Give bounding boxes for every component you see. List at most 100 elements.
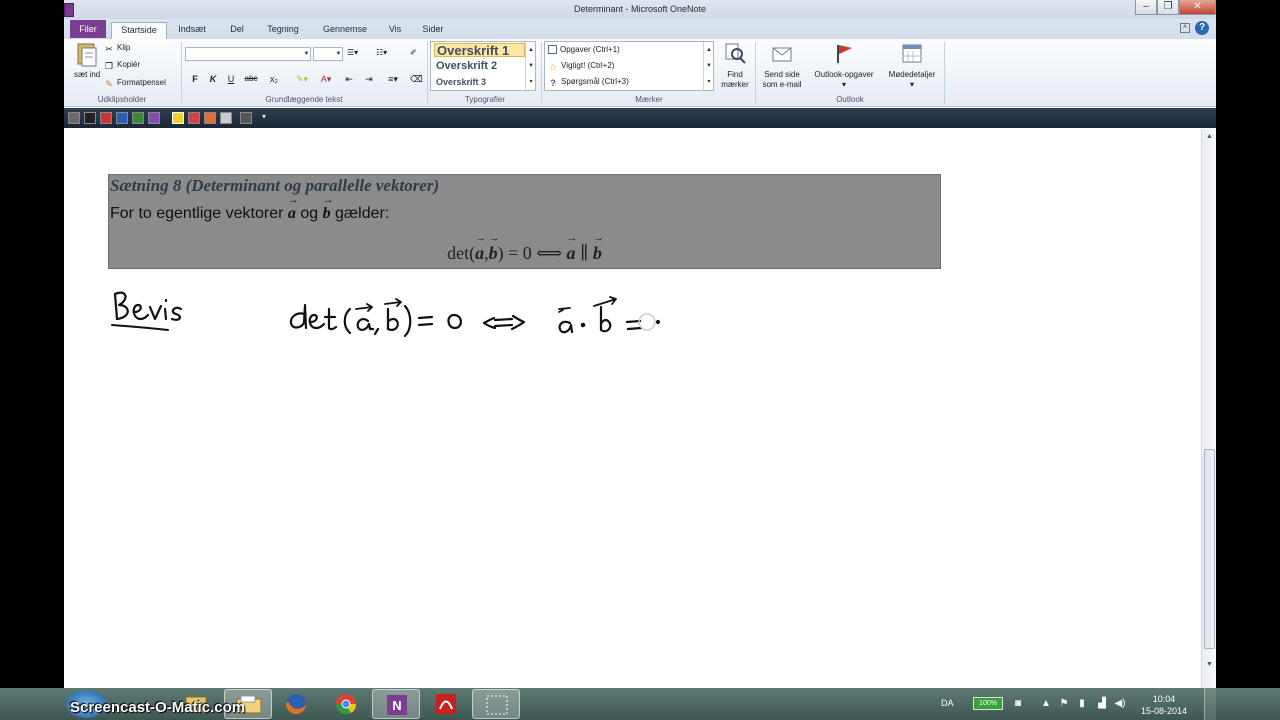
styles-scroll-arrows-icon[interactable]: ▲ ▼ ▾ [525,42,536,90]
highlighter-orange-icon[interactable] [204,112,216,124]
strikethrough-button[interactable]: abc [242,72,260,86]
clear-formatting-icon[interactable]: ⌫ [410,72,423,86]
tab-vis[interactable]: Vis [384,22,406,39]
pen-blue-icon[interactable] [116,112,128,124]
pen-black-icon[interactable] [84,112,96,124]
italic-button[interactable]: K [207,72,219,86]
tray-volume-icon[interactable]: ◀) [1114,698,1126,710]
close-button[interactable]: ✕ [1179,0,1216,15]
numbering-button[interactable]: ☷▾ [376,48,387,57]
tag-important[interactable]: ☆ Vigtigt! (Ctrl+2) [548,59,704,73]
taskbar-screencast-icon[interactable] [472,689,520,719]
bullets-button[interactable]: ☰▾ [347,48,358,57]
taskbar-acrobat-icon[interactable] [422,689,470,719]
tray-record-icon[interactable]: ◙ [1012,698,1024,710]
ribbon-minimize-icon[interactable]: ˄ [1180,23,1190,33]
envelope-icon [772,47,792,62]
question-icon: ? [550,78,556,88]
scissors-icon: ✂ [105,44,113,54]
help-icon[interactable]: ? [1195,21,1209,35]
note-page[interactable]: Sætning 8 (Determinant og parallelle vek… [64,129,1201,688]
tray-network-icon[interactable]: ▮ [1076,698,1088,710]
pen-green-icon[interactable] [132,112,144,124]
pen-toolbar: ▾ [64,108,1216,128]
style-heading-2[interactable]: Overskrift 2 [434,59,525,73]
title-bar: Determinant - Microsoft OneNote – ❐ ✕ [64,0,1216,19]
pen-settings-icon[interactable] [240,112,252,124]
outlook-tasks-button[interactable]: Outlook-opgaver ▾ [806,42,882,90]
paste-button[interactable] [72,42,98,70]
tray-clock[interactable]: 10:04 15-08-2014 [1138,693,1190,717]
styles-group-label: Typografier [464,95,506,104]
meeting-details-button[interactable]: Mødedetaljer ▾ [882,42,942,90]
screencast-watermark: Screencast-O-Matic.com [70,699,246,716]
vertical-scrollbar[interactable]: ▲ ▼ [1201,129,1216,688]
show-desktop-button[interactable] [1204,688,1216,720]
scroll-up-icon[interactable]: ▲ [1203,130,1216,143]
basic-text-group: ▼ ▼ ☰▾ ☷▾ ✐ F K U abc x₂ ✎▾ A▾ ⇤ ⇥ ≡▾ ⌫ … [182,39,426,107]
ink-bevis [111,291,183,331]
minimize-button[interactable]: – [1135,0,1157,15]
format-painter-button[interactable]: ✎ Formatpensel [104,78,166,89]
chevron-down-icon[interactable]: ▾ [262,112,266,121]
font-size-combo[interactable]: ▼ [313,47,343,61]
bold-button[interactable]: F [189,72,201,86]
align-icon[interactable]: ≡▾ [382,72,404,86]
decrease-indent-icon[interactable]: ⇤ [342,72,356,86]
ribbon: sæt ind ✂ Klip ❐ Kopiér ✎ Formatpensel Udkl… [64,39,1216,107]
highlight-icon[interactable]: ✎▾ [292,72,312,86]
paste-icon [77,43,97,67]
tab-filer[interactable]: Filer [70,20,106,38]
font-name-combo[interactable]: ▼ [185,47,311,61]
highlighter-yellow-icon[interactable] [172,112,184,124]
outlook-group: Send side som e-mail Outlook-opgaver ▾ M… [756,39,944,107]
tag-question[interactable]: ? Spørgsmål (Ctrl+3) [548,75,704,89]
tab-startside[interactable]: Startside [111,22,167,39]
tab-indsaet[interactable]: Indsæt [173,22,211,39]
copy-button[interactable]: ❐ Kopiér [104,60,140,71]
tag-tasks[interactable]: Opgaver (Ctrl+1) [548,43,704,57]
taskbar-chrome-icon[interactable] [322,689,370,719]
tab-sider[interactable]: Sider [416,22,450,39]
tray-language[interactable]: DA [941,698,954,708]
lasso-select-icon[interactable] [68,112,80,124]
underline-button[interactable]: U [225,72,237,86]
taskbar-firefox-icon[interactable] [272,689,320,719]
scroll-down-icon[interactable]: ▼ [1203,658,1216,671]
tray-show-hidden-icon[interactable]: ▲ [1040,698,1052,710]
style-heading-1[interactable]: Overskrift 1 [434,43,525,57]
find-tags-icon [725,43,746,64]
tab-tegning[interactable]: Tegning [261,22,305,39]
tab-del[interactable]: Del [224,22,250,39]
cut-button[interactable]: ✂ Klip [104,43,130,54]
tray-action-center-icon[interactable]: ⚑ [1058,698,1070,710]
basic-text-group-label: Grundlæggende tekst [265,95,343,104]
scroll-thumb[interactable] [1204,449,1215,649]
clipboard-group: sæt ind ✂ Klip ❐ Kopiér ✎ Formatpensel Udkl… [64,39,180,107]
pen-purple-icon[interactable] [148,112,160,124]
tags-scroll-arrows-icon[interactable]: ▲ ▼ ▾ [703,42,714,90]
tray-battery-indicator[interactable]: 100% [973,697,1003,710]
paste-label: sæt ind [74,70,101,79]
styles-group: Overskrift 1 Overskrift 2 Overskrift 3 ▲… [430,39,540,107]
group-separator [541,42,542,104]
outlook-group-label: Outlook [836,95,864,104]
taskbar-onenote-icon[interactable]: N [372,689,420,719]
subscript-button[interactable]: x₂ [264,72,284,86]
maximize-button[interactable]: ❐ [1157,0,1179,15]
tab-gennemse[interactable]: Gennemse [317,22,373,39]
find-tags-button[interactable]: Find mærker [717,42,753,90]
increase-indent-icon[interactable]: ⇥ [362,72,376,86]
style-heading-3[interactable]: Overskrift 3 [434,75,525,89]
font-color-icon[interactable]: A▾ [316,72,336,86]
highlighter-red-icon[interactable] [188,112,200,124]
send-email-button[interactable]: Send side som e-mail [758,42,806,90]
tray-signal-icon[interactable]: ▟ [1096,698,1108,710]
chevron-down-icon: ▼ [303,51,310,57]
clipboard-group-label: Udklipsholder [97,95,147,104]
pen-red-icon[interactable] [100,112,112,124]
eraser-icon[interactable] [220,112,232,124]
clear-format-icon[interactable]: ✐ [410,48,417,57]
star-icon: ☆ [548,62,558,72]
ink-dot-product [558,296,661,334]
